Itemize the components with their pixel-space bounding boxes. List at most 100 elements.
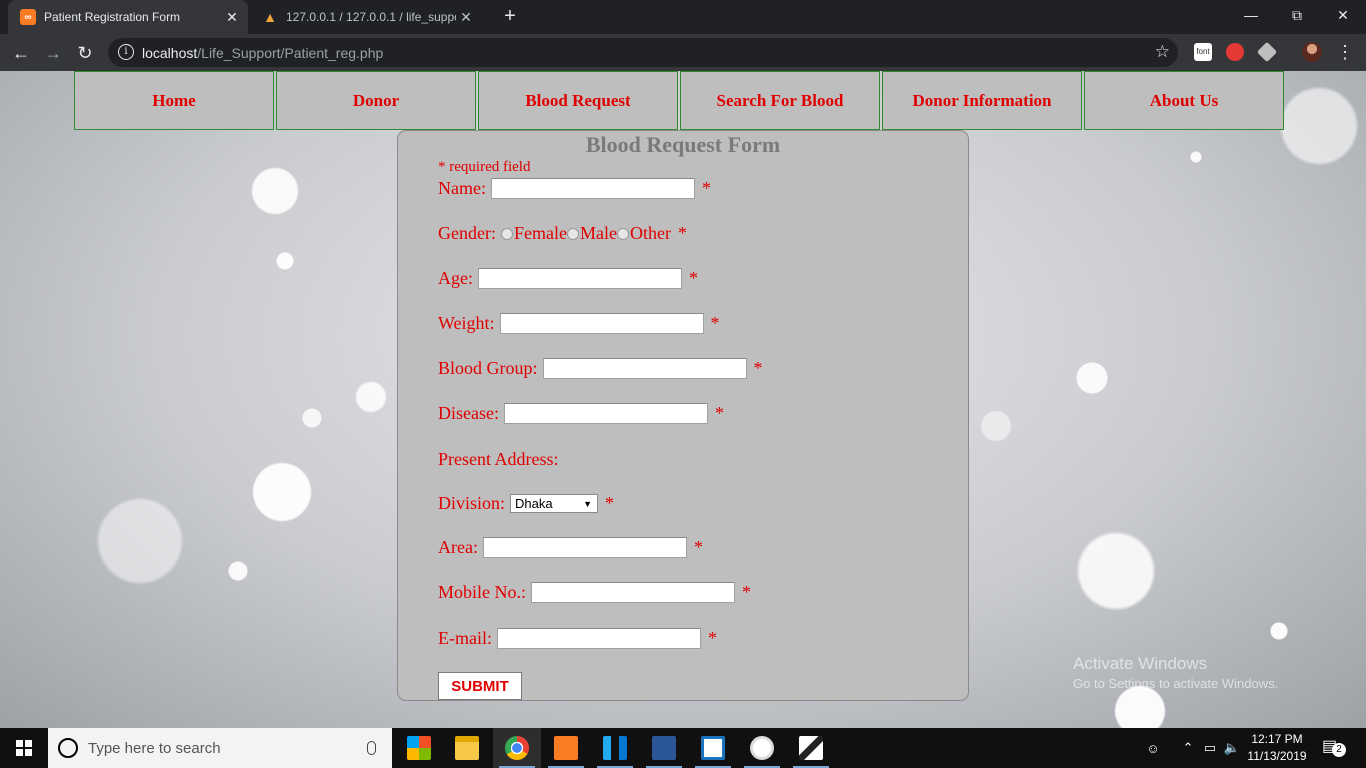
blood-group-row: Blood Group: * — [438, 358, 763, 379]
cube-extension-icon[interactable] — [1256, 41, 1278, 63]
new-tab-button[interactable]: + — [498, 5, 522, 29]
present-address-row: Present Address: — [438, 449, 564, 470]
tab-title: Patient Registration Form — [44, 10, 181, 24]
blood-group-label: Blood Group: — [438, 358, 538, 378]
info-icon[interactable]: i — [118, 44, 134, 60]
division-select[interactable]: Dhaka ▼ — [510, 494, 599, 513]
radio-other[interactable] — [616, 227, 629, 240]
division-label: Division: — [438, 493, 506, 513]
tab-title: 127.0.0.1 / 127.0.0.1 / life_suppor — [286, 10, 456, 24]
vscode-icon[interactable] — [591, 728, 639, 768]
dropdown-arrow-icon: ▼ — [583, 498, 593, 509]
start-button[interactable] — [0, 728, 48, 768]
font-extension-icon[interactable]: font — [1194, 43, 1212, 61]
battery-icon[interactable]: ▭ — [1200, 728, 1220, 768]
profile-avatar[interactable] — [1302, 42, 1322, 62]
photos-icon[interactable] — [787, 728, 835, 768]
nav-search-for-blood[interactable]: Search For Blood — [680, 71, 880, 130]
close-icon[interactable]: ✕ — [222, 9, 242, 26]
gender-option-female[interactable]: Female — [500, 223, 567, 244]
watermark-line-2: Go to Settings to activate Windows. — [1073, 676, 1279, 691]
system-clock[interactable]: 12:17 PM 11/13/2019 — [1240, 731, 1314, 765]
clock-date: 11/13/2019 — [1247, 749, 1307, 763]
required-asterisk: * — [742, 582, 751, 602]
radio-female[interactable] — [500, 227, 513, 240]
name-field[interactable] — [490, 178, 695, 199]
division-row: Division: Dhaka ▼ * — [438, 493, 614, 514]
form-title: Blood Request Form — [585, 132, 781, 157]
chrome-icon[interactable] — [493, 728, 541, 768]
gender-option-other[interactable]: Other — [616, 223, 671, 244]
nav-home[interactable]: Home — [74, 71, 274, 130]
mobile-field[interactable] — [531, 582, 735, 603]
chevron-up-icon[interactable]: ⌃ — [1178, 728, 1198, 768]
mobile-row: Mobile No.: * — [438, 582, 751, 603]
stop-extension-icon[interactable] — [1226, 43, 1244, 61]
main-nav: Home Donor Blood Request Search For Bloo… — [74, 71, 1286, 130]
required-asterisk: * — [701, 178, 711, 198]
file-explorer-icon[interactable] — [443, 728, 491, 768]
paint-icon[interactable] — [738, 728, 786, 768]
url-path: /Life_Support/Patient_reg.php — [197, 45, 384, 61]
gender-option-male[interactable]: Male — [566, 223, 617, 244]
email-label: E-mail: — [438, 628, 492, 648]
nav-donor[interactable]: Donor — [276, 71, 476, 130]
disease-row: Disease: * — [438, 403, 724, 424]
taskbar-search[interactable]: Type here to search — [48, 728, 392, 768]
restore-button[interactable]: ⧉ — [1274, 0, 1320, 30]
phpmyadmin-icon: ▲ — [263, 9, 277, 25]
weight-field[interactable] — [499, 313, 704, 334]
required-asterisk: * — [707, 628, 717, 648]
cortana-icon — [58, 738, 78, 758]
search-placeholder: Type here to search — [88, 739, 221, 757]
disease-label: Disease: — [438, 403, 499, 423]
volume-icon[interactable]: 🔈 — [1222, 728, 1242, 768]
reload-button[interactable]: ↻ — [72, 40, 98, 66]
age-field[interactable] — [478, 268, 682, 289]
submit-button[interactable]: SUBMIT — [438, 672, 522, 700]
gender-row: Gender: Female Male Other * — [438, 223, 687, 244]
menu-icon[interactable]: ⋮ — [1336, 42, 1354, 62]
people-icon[interactable]: ☺ — [1140, 728, 1166, 768]
activate-windows-watermark: Activate Windows Go to Settings to activ… — [1073, 654, 1278, 691]
windows-taskbar: Type here to search ☺ ⌃ ▭ 🔈 12:17 PM 11/… — [0, 728, 1366, 768]
weight-row: Weight: * — [438, 313, 720, 334]
required-asterisk: * — [605, 493, 615, 513]
blood-request-form: Blood Request Form * required field Name… — [397, 130, 969, 701]
close-icon[interactable]: ✕ — [456, 9, 476, 26]
microphone-icon[interactable] — [367, 741, 376, 755]
back-button[interactable]: ← — [8, 40, 34, 66]
present-address-label: Present Address: — [438, 449, 559, 469]
nav-blood-request[interactable]: Blood Request — [478, 71, 678, 130]
xampp-icon: ∞ — [20, 9, 36, 25]
browser-toolbar: ← → ↻ i localhost/Life_Support/Patient_r… — [0, 34, 1366, 71]
notification-center-icon[interactable]: ▤ 2 — [1322, 736, 1346, 758]
browser-tab-strip: ∞ Patient Registration Form ✕ ▲ 127.0.0.… — [0, 0, 1366, 34]
window-close-button[interactable]: ✕ — [1320, 0, 1366, 30]
nav-donor-information[interactable]: Donor Information — [882, 71, 1082, 130]
radio-male[interactable] — [566, 227, 579, 240]
page-viewport: Home Donor Blood Request Search For Bloo… — [0, 71, 1366, 728]
blood-group-field[interactable] — [542, 358, 747, 379]
image-viewer-icon[interactable] — [689, 728, 737, 768]
email-field[interactable] — [496, 628, 701, 649]
windows-store-icon[interactable] — [395, 728, 443, 768]
gender-option-label: Female — [513, 223, 567, 243]
url-text[interactable]: localhost/Life_Support/Patient_reg.php — [142, 45, 383, 61]
forward-button[interactable]: → — [40, 40, 66, 66]
bookmark-star-icon[interactable]: ☆ — [1155, 42, 1170, 62]
nav-about-us[interactable]: About Us — [1084, 71, 1284, 130]
required-asterisk: * — [710, 313, 720, 333]
tab-patient-registration[interactable]: ∞ Patient Registration Form ✕ — [8, 0, 248, 34]
required-asterisk: * — [693, 537, 703, 557]
gender-option-label: Male — [579, 223, 617, 243]
weight-label: Weight: — [438, 313, 495, 333]
disease-field[interactable] — [503, 403, 708, 424]
required-asterisk: * — [677, 223, 687, 243]
word-icon[interactable] — [640, 728, 688, 768]
address-bar[interactable]: i localhost/Life_Support/Patient_reg.php… — [108, 38, 1178, 67]
xampp-icon[interactable] — [542, 728, 590, 768]
tab-phpmyadmin[interactable]: ▲ 127.0.0.1 / 127.0.0.1 / life_suppor ✕ — [250, 0, 482, 34]
area-field[interactable] — [482, 537, 687, 558]
minimize-button[interactable]: — — [1228, 0, 1274, 30]
